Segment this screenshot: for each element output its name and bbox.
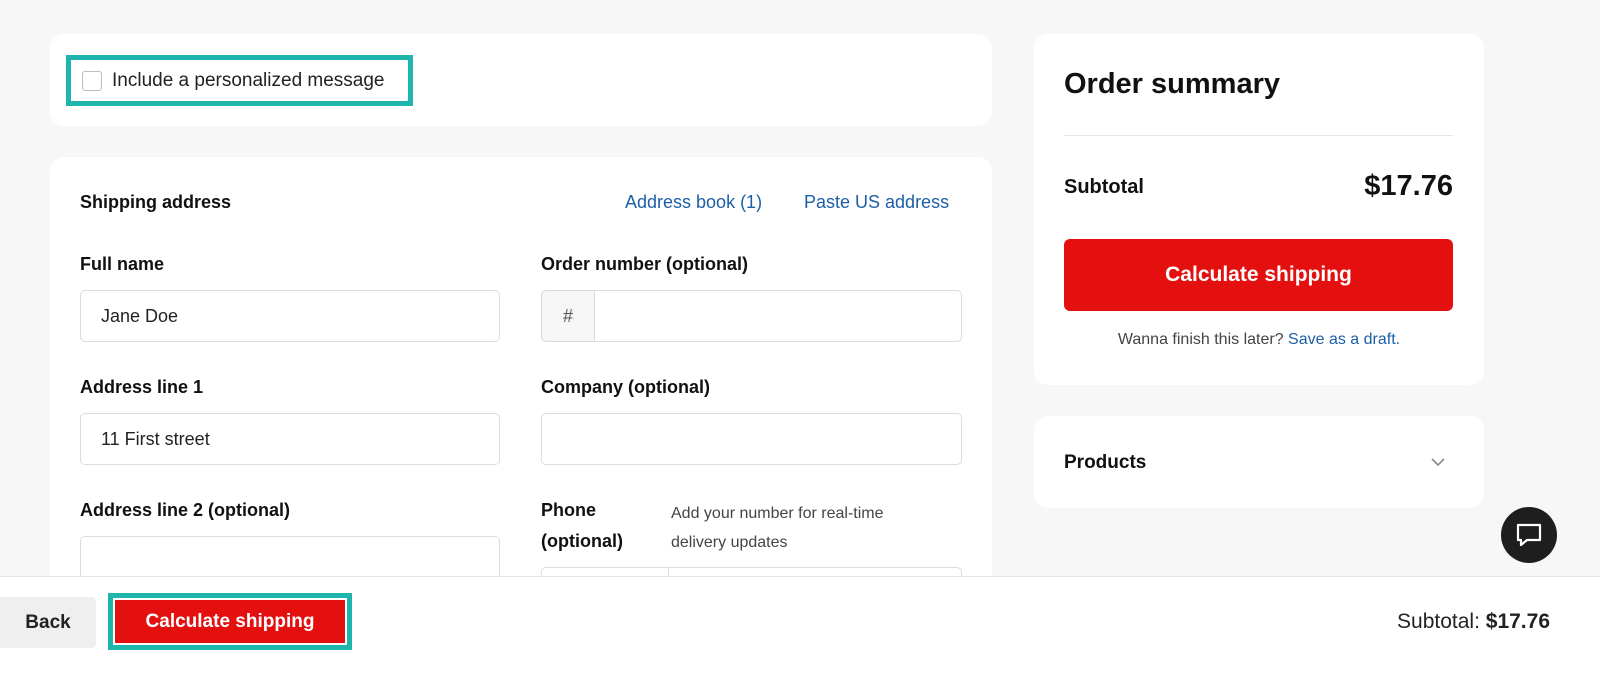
bottom-subtotal-label: Subtotal:: [1397, 610, 1480, 633]
company-input[interactable]: [541, 413, 962, 465]
order-number-prefix: #: [541, 290, 595, 342]
address-line-2-label: Address line 2 (optional): [80, 500, 291, 520]
chat-icon: [1516, 523, 1542, 547]
calculate-shipping-button[interactable]: Calculate shipping: [1064, 239, 1453, 311]
message-card: Include a personalized message: [50, 34, 992, 126]
order-number-input[interactable]: [594, 290, 962, 342]
draft-prompt-text: Wanna finish this later?: [1117, 331, 1284, 348]
shipping-address-card: Shipping address Address book (1) Paste …: [50, 157, 992, 627]
bottom-calculate-shipping-button[interactable]: Calculate shipping: [115, 600, 345, 643]
address-line-1-input[interactable]: 11 First street: [80, 413, 500, 465]
summary-divider: [1064, 135, 1453, 136]
calculate-shipping-highlight: Calculate shipping: [108, 593, 352, 650]
order-number-label: Order number (optional): [541, 254, 748, 274]
company-label: Company (optional): [541, 377, 710, 397]
chevron-down-icon: [1431, 458, 1445, 467]
address-line-1-label: Address line 1: [80, 377, 204, 397]
products-accordion[interactable]: Products: [1034, 416, 1484, 508]
order-summary-title: Order summary: [1064, 68, 1280, 100]
bottom-subtotal-value: $17.76: [1485, 610, 1550, 633]
save-draft-row: Wanna finish this later? Save as a draft…: [1034, 331, 1484, 349]
bottom-action-bar: Back Calculate shipping Subtotal: $17.76: [0, 576, 1600, 673]
order-summary-card: Order summary Subtotal $17.76 Calculate …: [1034, 34, 1484, 385]
full-name-input[interactable]: Jane Doe: [80, 290, 500, 342]
back-button[interactable]: Back: [0, 597, 96, 648]
personalized-message-label[interactable]: Include a personalized message: [112, 70, 385, 92]
subtotal-label: Subtotal: [1064, 176, 1144, 198]
paste-us-address-link[interactable]: Paste US address: [804, 192, 949, 213]
chat-button[interactable]: [1501, 507, 1557, 563]
products-label: Products: [1064, 452, 1147, 473]
save-draft-link[interactable]: Save as a draft.: [1288, 331, 1400, 348]
phone-hint: Add your number for real-time delivery u…: [671, 505, 884, 551]
shipping-address-title: Shipping address: [80, 192, 232, 212]
phone-label: Phone (optional): [541, 500, 623, 551]
personalized-message-checkbox[interactable]: [82, 70, 102, 91]
bottom-subtotal: Subtotal: $17.76: [1397, 610, 1550, 634]
personalized-message-option[interactable]: Include a personalized message: [66, 55, 413, 106]
address-book-link[interactable]: Address book (1): [625, 192, 762, 213]
full-name-label: Full name: [80, 254, 165, 274]
subtotal-value: $17.76: [1364, 170, 1453, 202]
